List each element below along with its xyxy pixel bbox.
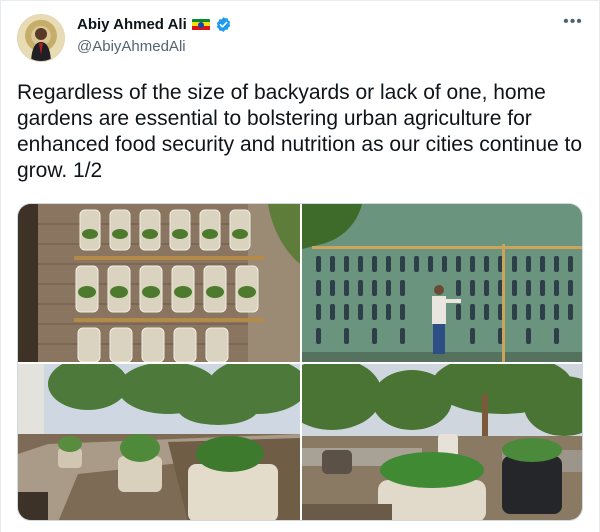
author-display-name[interactable]: Abiy Ahmed Ali — [77, 16, 187, 33]
tweet-card[interactable]: Abiy Ahmed Ali @AbiyAhmedAli ••• Regardl… — [0, 0, 600, 532]
photo-sack-planters-trees[interactable] — [302, 364, 582, 520]
photo-hanging-bottle-planters[interactable] — [18, 204, 300, 362]
verified-badge-icon — [216, 17, 230, 32]
author-handle[interactable]: @AbiyAhmedAli — [77, 38, 186, 55]
avatar-person-icon — [31, 28, 51, 61]
photo-vertical-bottle-wall[interactable] — [302, 204, 582, 362]
avatar[interactable] — [17, 14, 65, 62]
media-grid — [17, 203, 583, 521]
more-options-icon[interactable]: ••• — [561, 14, 585, 38]
author-name-row: Abiy Ahmed Ali — [77, 16, 232, 33]
photo-raised-beds-sacks[interactable] — [18, 364, 300, 520]
tweet-text: Regardless of the size of backyards or l… — [17, 81, 583, 182]
ethiopia-flag-icon — [191, 18, 210, 31]
